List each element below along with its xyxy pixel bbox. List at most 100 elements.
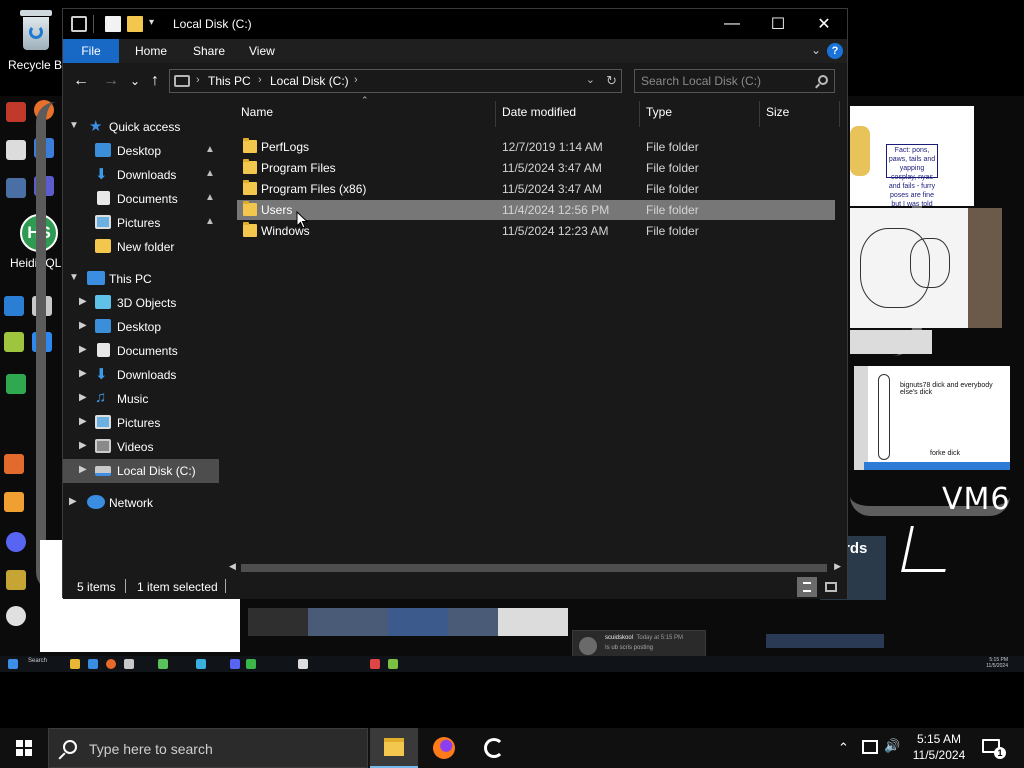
collapsed-chevron-icon[interactable]: ▶ <box>79 392 87 403</box>
search-placeholder: Search Local Disk (C:) <box>641 74 762 88</box>
sidebar-item-pictures[interactable]: Pictures ▲ <box>63 211 219 235</box>
sidebar-item-documents[interactable]: Documents ▲ <box>63 187 219 211</box>
collapsed-chevron-icon[interactable]: ▶ <box>79 440 87 451</box>
sidebar-item-desktop[interactable]: Desktop ▲ <box>63 139 219 163</box>
collapsed-chevron-icon[interactable]: ▶ <box>79 296 87 307</box>
sidebar-item-this-pc[interactable]: ▼ This PC <box>63 267 219 291</box>
sort-indicator-icon: ⌃ <box>361 95 369 105</box>
sidebar-item-quick-access[interactable]: ▼ ★ Quick access <box>63 115 219 139</box>
sidebar-item-network[interactable]: ▶ Network <box>63 491 219 515</box>
recycle-bin-shortcut[interactable]: Recycle Bin <box>8 8 72 72</box>
column-divider[interactable] <box>759 101 760 127</box>
file-row-windows[interactable]: Windows 11/5/2024 12:23 AM File folder <box>237 221 835 241</box>
breadcrumb-separator[interactable]: › <box>354 74 358 86</box>
network-status-icon[interactable] <box>862 740 878 754</box>
back-arrow-icon[interactable]: ← <box>71 71 91 91</box>
sidebar-item-3d-objects[interactable]: ▶ 3D Objects <box>63 291 219 315</box>
maximize-button[interactable]: ☐ <box>755 9 801 39</box>
collapsed-chevron-icon[interactable]: ▶ <box>79 368 87 379</box>
expand-ribbon-chevron-icon[interactable]: ⌄ <box>811 43 821 57</box>
help-icon[interactable]: ? <box>827 43 843 59</box>
tab-file[interactable]: File <box>63 39 119 63</box>
customize-quick-access-chevron-icon[interactable]: ▾ <box>149 17 154 28</box>
taskbar-sync-app[interactable] <box>470 728 518 768</box>
action-center-icon[interactable]: 1 <box>982 739 1006 759</box>
show-hidden-icons-chevron-icon[interactable]: ⌃ <box>838 740 849 756</box>
clock-date: 11/5/2024 <box>912 748 966 762</box>
start-button[interactable] <box>0 728 48 768</box>
sidebar-item-pc-pictures[interactable]: ▶ Pictures <box>63 411 219 435</box>
properties-icon[interactable] <box>105 16 121 32</box>
column-header-name[interactable]: Name <box>241 105 273 119</box>
details-view-icon[interactable] <box>797 577 817 597</box>
refresh-icon[interactable]: ↻ <box>606 73 617 89</box>
file-date: 11/5/2024 3:47 AM <box>502 161 602 175</box>
sidebar-item-pc-downloads[interactable]: ▶ ⬇ Downloads <box>63 363 219 387</box>
scrollbar-thumb[interactable] <box>241 564 827 572</box>
documents-icon <box>97 343 110 357</box>
sidebar-item-label: This PC <box>109 272 152 286</box>
download-arrow-icon: ⬇ <box>95 366 108 383</box>
collapsed-chevron-icon[interactable]: ▶ <box>79 344 87 355</box>
title-bar[interactable]: ▾ Local Disk (C:) — ☐ ✕ <box>63 9 847 39</box>
sidebar-item-local-disk[interactable]: ▶ Local Disk (C:) <box>63 459 219 483</box>
recycle-bin-label: Recycle Bin <box>8 58 72 72</box>
breadcrumb-separator[interactable]: › <box>196 74 200 86</box>
file-row-program-files[interactable]: Program Files 11/5/2024 3:47 AM File fol… <box>237 158 835 178</box>
tab-view[interactable]: View <box>235 39 289 63</box>
horizontal-scrollbar[interactable]: ◀ ▶ <box>227 561 843 575</box>
collapsed-chevron-icon[interactable]: ▶ <box>79 320 87 331</box>
volume-icon[interactable]: 🔊 <box>884 738 900 754</box>
comic-thumbnail-text: Fact: pons, paws, tails and yapping cosp… <box>888 147 936 206</box>
sidebar-item-pc-desktop[interactable]: ▶ Desktop <box>63 315 219 339</box>
file-row-perflogs[interactable]: PerfLogs 12/7/2019 1:14 AM File folder <box>237 137 835 157</box>
breadcrumb-this-pc[interactable]: This PC <box>208 74 251 88</box>
file-row-program-files-x86[interactable]: Program Files (x86) 11/5/2024 3:47 AM Fi… <box>237 179 835 199</box>
scroll-left-arrow-icon[interactable]: ◀ <box>229 561 236 572</box>
recent-locations-chevron-icon[interactable]: ⌄ <box>125 71 145 91</box>
column-divider[interactable] <box>639 101 640 127</box>
up-arrow-icon[interactable]: ↑ <box>145 71 165 91</box>
sidebar-item-downloads[interactable]: ⬇ Downloads ▲ <box>63 163 219 187</box>
breadcrumb-separator[interactable]: › <box>258 74 262 86</box>
file-explorer-window[interactable]: ▾ Local Disk (C:) — ☐ ✕ File Home Share … <box>62 8 848 599</box>
status-divider <box>225 579 226 593</box>
close-button[interactable]: ✕ <box>801 9 847 39</box>
tab-share[interactable]: Share <box>179 39 239 63</box>
address-history-chevron-icon[interactable]: ⌄ <box>586 73 595 86</box>
address-bar[interactable]: › This PC › Local Disk (C:) › ⌄ ↻ <box>169 69 622 93</box>
column-header-date[interactable]: Date modified <box>502 105 576 119</box>
collapsed-chevron-icon[interactable]: ▶ <box>79 464 87 475</box>
column-header-size[interactable]: Size <box>766 105 789 119</box>
sidebar-item-pc-documents[interactable]: ▶ Documents <box>63 339 219 363</box>
taskbar-file-explorer[interactable] <box>370 728 418 768</box>
column-header-type[interactable]: Type <box>646 105 672 119</box>
breadcrumb-local-disk[interactable]: Local Disk (C:) <box>270 74 349 88</box>
taskbar-firefox[interactable] <box>420 728 468 768</box>
comic-thumbnail: Fact: pons, paws, tails and yapping cosp… <box>850 106 974 206</box>
search-box[interactable]: Search Local Disk (C:) <box>634 69 835 93</box>
column-divider[interactable] <box>495 101 496 127</box>
clock[interactable]: 5:15 AM 11/5/2024 <box>904 731 974 763</box>
new-folder-icon[interactable] <box>127 16 143 32</box>
column-divider[interactable] <box>839 101 840 127</box>
expanded-chevron-icon[interactable]: ▼ <box>69 272 79 283</box>
file-row-users[interactable]: Users 11/4/2024 12:56 PM File folder <box>237 200 835 220</box>
sidebar-item-music[interactable]: ▶ ♫ Music <box>63 387 219 411</box>
large-icons-view-icon[interactable] <box>821 577 841 597</box>
item-count: 5 items <box>77 580 116 594</box>
taskbar-search-placeholder: Type here to search <box>89 741 213 757</box>
tab-home[interactable]: Home <box>121 39 181 63</box>
explorer-app-icon[interactable] <box>71 16 87 32</box>
forward-arrow-icon[interactable]: → <box>101 71 121 91</box>
collapsed-chevron-icon[interactable]: ▶ <box>69 496 77 507</box>
expanded-chevron-icon[interactable]: ▼ <box>69 120 79 131</box>
collapsed-chevron-icon[interactable]: ▶ <box>79 416 87 427</box>
minimize-button[interactable]: — <box>709 9 755 39</box>
scroll-right-arrow-icon[interactable]: ▶ <box>834 561 841 572</box>
file-name: PerfLogs <box>261 140 310 154</box>
sidebar-item-new-folder[interactable]: New folder <box>63 235 219 259</box>
sidebar-item-videos[interactable]: ▶ Videos <box>63 435 219 459</box>
sidebar-item-label: Quick access <box>109 120 181 134</box>
taskbar-search-box[interactable]: Type here to search <box>48 728 368 768</box>
